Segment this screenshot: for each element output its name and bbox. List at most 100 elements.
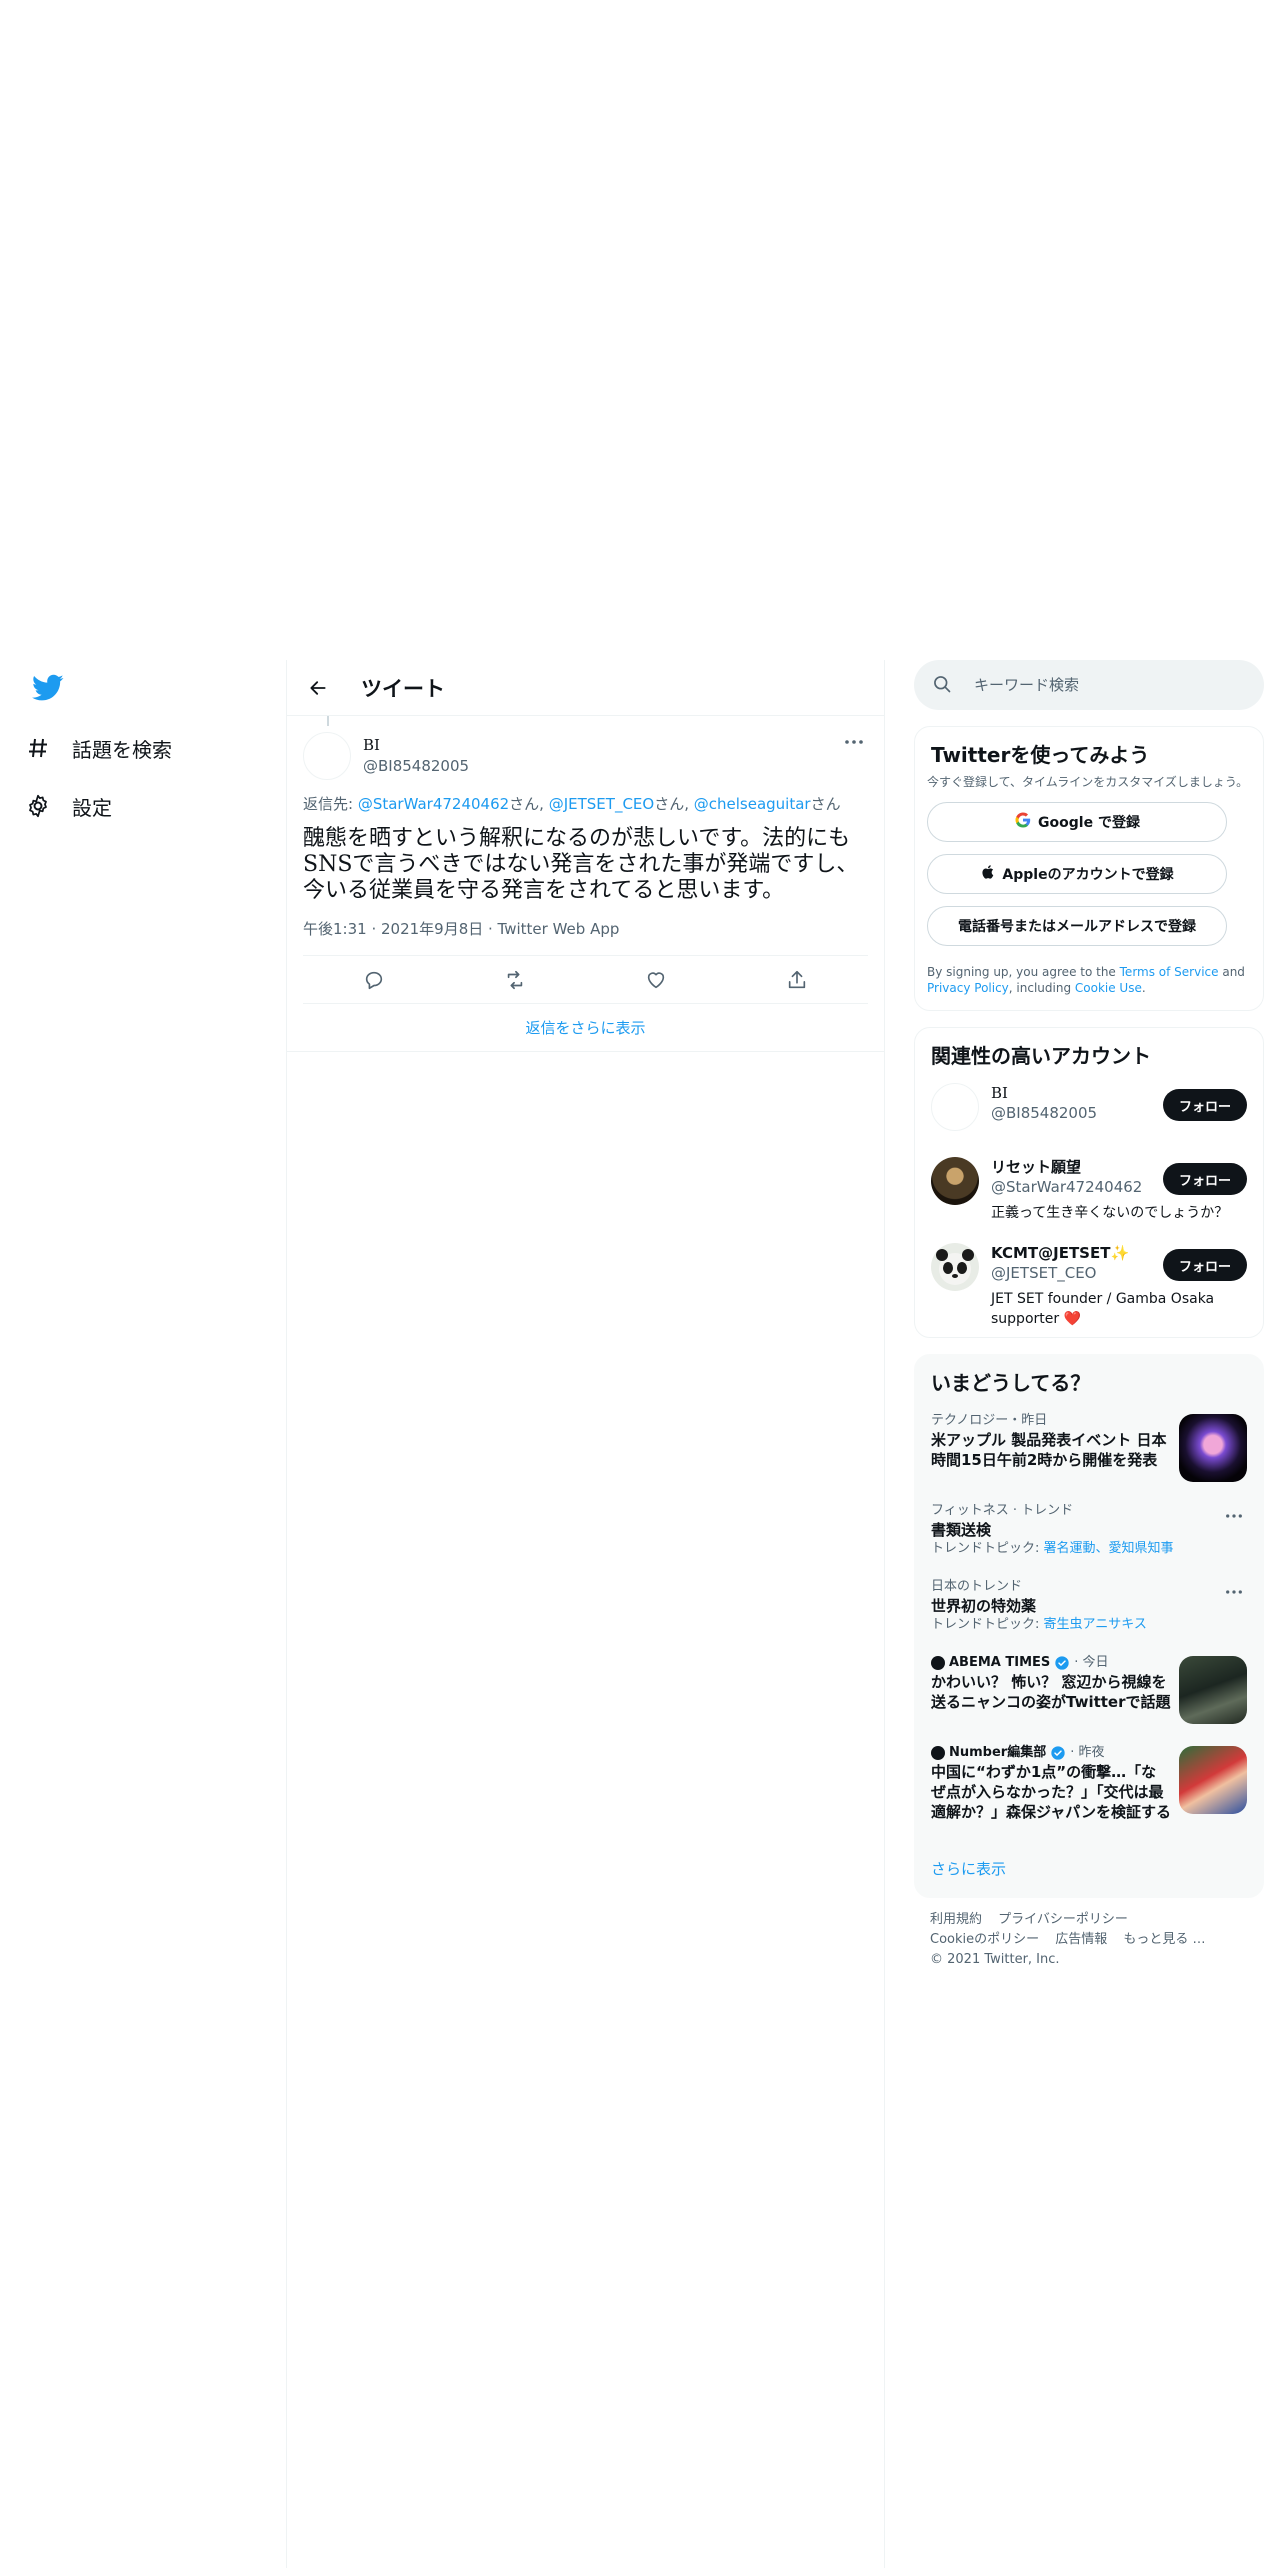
legal-text: and [1218, 965, 1245, 979]
trend-item[interactable]: テクノロジー・昨日 米アップル 製品発表イベント 日本時間15日午前2時から開催… [915, 1402, 1263, 1492]
tweet-text: 醜態を晒すという解釈になるのが悲しいです。法的にもSNSで言うべきではない発言を… [303, 826, 859, 903]
legal-text: By signing up, you agree to the [927, 965, 1120, 979]
news-item[interactable]: ABEMA TIMES · 今日 かわいい？ 怖い？ 窓辺から視線を送るニャンコ… [915, 1644, 1263, 1734]
apple-icon [980, 863, 996, 885]
source-name: ABEMA TIMES [949, 1655, 1051, 1670]
mention-link[interactable]: @StarWar47240462 [358, 795, 509, 813]
privacy-link[interactable]: Privacy Policy [927, 981, 1009, 995]
gear-icon [24, 792, 52, 820]
signup-card: Twitterを使ってみよう 今すぐ登録して、タイムラインをカスタマイズしましょ… [914, 726, 1264, 1011]
trend-item[interactable]: 日本のトレンド 世界初の特効薬 トレンドトピック: 寄生虫アニサキス [915, 1568, 1263, 1644]
main-column: ツイート BI @BI85482005 返信先: @StarWar4724046… [286, 660, 885, 2568]
signup-subtitle: 今すぐ登録して、タイムラインをカスタマイズしましょう。 [927, 775, 1249, 789]
account-row[interactable]: BI @BI85482005 フォロー [915, 1075, 1263, 1149]
back-arrow-icon[interactable] [301, 671, 335, 705]
google-signup-label: Google で登録 [1038, 815, 1140, 831]
column-header: ツイート [287, 660, 884, 716]
account-row[interactable]: KCMT@JETSET✨ @JETSET_CEO JET SET founder… [915, 1235, 1263, 1337]
app-root: 話題を検索 設定 ツイート BI @BI85482005 返信先: @StarW… [0, 0, 1284, 2568]
nav-item-label: 話題を検索 [72, 737, 172, 762]
trend-topics-prefix: トレンドトピック: [931, 1617, 1044, 1632]
phone-email-signup-button[interactable]: 電話番号またはメールアドレスで登録 [927, 906, 1227, 946]
trend-topics-link[interactable]: 署名運動、愛知県知事 [1044, 1541, 1174, 1556]
reply-prefix: 返信先: [303, 795, 358, 813]
related-title: 関連性の高いアカウント [931, 1044, 1151, 1068]
source-logo-icon [931, 1746, 945, 1760]
avatar[interactable] [303, 732, 351, 780]
reply-icon[interactable] [354, 960, 394, 1000]
news-title: 中国に“わずか1点”の衝撃…「なぜ点が入らなかった？」「交代は最適解か？」森保ジ… [931, 1763, 1172, 1821]
follow-button[interactable]: フォロー [1162, 1163, 1247, 1195]
nav-item-explore[interactable]: 話題を検索 [24, 724, 172, 772]
follow-button[interactable]: フォロー [1162, 1249, 1247, 1281]
phone-signup-label: 電話番号またはメールアドレスで登録 [958, 919, 1196, 935]
trend-topics-prefix: トレンドトピック: [931, 1541, 1044, 1556]
trend-title: 米アップル 製品発表イベント 日本時間15日午前2時から開催を発表 [931, 1431, 1167, 1469]
footer-link[interactable]: 利用規約 [930, 1912, 982, 1927]
footer-link[interactable]: プライバシーポリシー [998, 1912, 1128, 1927]
author-name[interactable]: BI [363, 735, 469, 756]
retweet-icon[interactable] [495, 960, 535, 1000]
cookie-link[interactable]: Cookie Use [1075, 981, 1142, 995]
verified-badge-icon [1054, 1655, 1070, 1671]
related-accounts-card: 関連性の高いアカウント BI @BI85482005 フォロー リセット願望 @… [914, 1027, 1264, 1338]
trend-context: フィットネス · トレンド [931, 1503, 1074, 1518]
reply-to: 返信先: @StarWar47240462さん, @JETSET_CEOさん, … [303, 794, 868, 814]
terms-link[interactable]: Terms of Service [1120, 965, 1219, 979]
more-options-icon[interactable] [1225, 1504, 1247, 1520]
account-bio: 正義って生き辛くないのでしょうか？ [991, 1205, 1229, 1221]
source-name: Number編集部 [949, 1745, 1047, 1760]
tweet-author[interactable]: BI @BI85482005 [303, 716, 868, 786]
mention-suffix: さん, [654, 795, 694, 813]
like-icon[interactable] [636, 960, 676, 1000]
source-logo-icon [931, 1656, 945, 1670]
thread-line [327, 716, 329, 726]
apple-signup-button[interactable]: Appleのアカウントで登録 [927, 854, 1227, 894]
news-item[interactable]: Number編集部 · 昨夜 中国に“わずか1点”の衝撃…「なぜ点が入らなかった… [915, 1734, 1263, 1844]
mention-suffix: さん, [509, 795, 549, 813]
mention-link[interactable]: @chelseaguitar [694, 795, 811, 813]
search-input[interactable] [974, 676, 1234, 694]
legal-text: , including [1008, 981, 1075, 995]
nav-item-settings[interactable]: 設定 [24, 782, 112, 830]
news-time: · 今日 [1074, 1655, 1109, 1670]
tweet-timestamp[interactable]: 午後1:31 · 2021年9月8日 · Twitter Web App [303, 918, 868, 956]
avatar[interactable] [931, 1083, 979, 1131]
verified-badge-icon [1050, 1745, 1066, 1761]
apple-signup-label: Appleのアカウントで登録 [1002, 867, 1174, 883]
avatar[interactable] [931, 1243, 979, 1291]
more-options-icon[interactable] [840, 732, 868, 752]
search-icon [932, 674, 954, 696]
twitter-logo-icon[interactable] [32, 674, 64, 702]
signup-legal-text: By signing up, you agree to the Terms of… [915, 946, 1263, 1010]
show-more-replies-link[interactable]: 返信をさらに表示 [287, 1004, 884, 1052]
trend-topics: トレンドトピック: 署名運動、愛知県知事 [931, 1540, 1247, 1558]
trend-topics-link[interactable]: 寄生虫アニサキス [1044, 1617, 1147, 1632]
avatar[interactable] [931, 1157, 979, 1205]
author-handle[interactable]: @BI85482005 [363, 756, 469, 777]
trends-card: いまどうしてる？ テクノロジー・昨日 米アップル 製品発表イベント 日本時間15… [914, 1354, 1264, 1898]
footer-link[interactable]: 広告情報 [1055, 1932, 1107, 1947]
trend-item[interactable]: フィットネス · トレンド 書類送検 トレンドトピック: 署名運動、愛知県知事 [915, 1492, 1263, 1568]
search-bar[interactable] [914, 660, 1264, 710]
follow-button[interactable]: フォロー [1162, 1089, 1247, 1121]
footer-link[interactable]: もっと見る … [1123, 1932, 1205, 1947]
news-title: かわいい？ 怖い？ 窓辺から視線を送るニャンコの姿がTwitterで話題 [931, 1673, 1171, 1711]
tweet: BI @BI85482005 返信先: @StarWar47240462さん, … [287, 716, 884, 1004]
account-row[interactable]: リセット願望 @StarWar47240462 正義って生き辛くないのでしょうか… [915, 1149, 1263, 1235]
trends-title: いまどうしてる？ [931, 1371, 1091, 1395]
trend-context: 日本のトレンド [931, 1579, 1023, 1594]
show-more-link[interactable]: さらに表示 [915, 1844, 1263, 1897]
page-title: ツイート [361, 676, 445, 701]
copyright: © 2021 Twitter, Inc. [930, 1952, 1060, 1967]
signup-title: Twitterを使ってみよう [931, 743, 1150, 767]
share-icon[interactable] [777, 960, 817, 1000]
footer: 利用規約 プライバシーポリシー Cookieのポリシー 広告情報 もっと見る …… [914, 1898, 1264, 1982]
news-thumbnail [1179, 1656, 1247, 1724]
footer-link[interactable]: Cookieのポリシー [930, 1932, 1039, 1947]
more-options-icon[interactable] [1225, 1580, 1247, 1596]
tweet-actions [303, 956, 868, 1004]
right-sidebar: Twitterを使ってみよう 今すぐ登録して、タイムラインをカスタマイズしましょ… [914, 660, 1264, 1982]
mention-link[interactable]: @JETSET_CEO [549, 795, 654, 813]
google-signup-button[interactable]: Google で登録 [927, 802, 1227, 842]
